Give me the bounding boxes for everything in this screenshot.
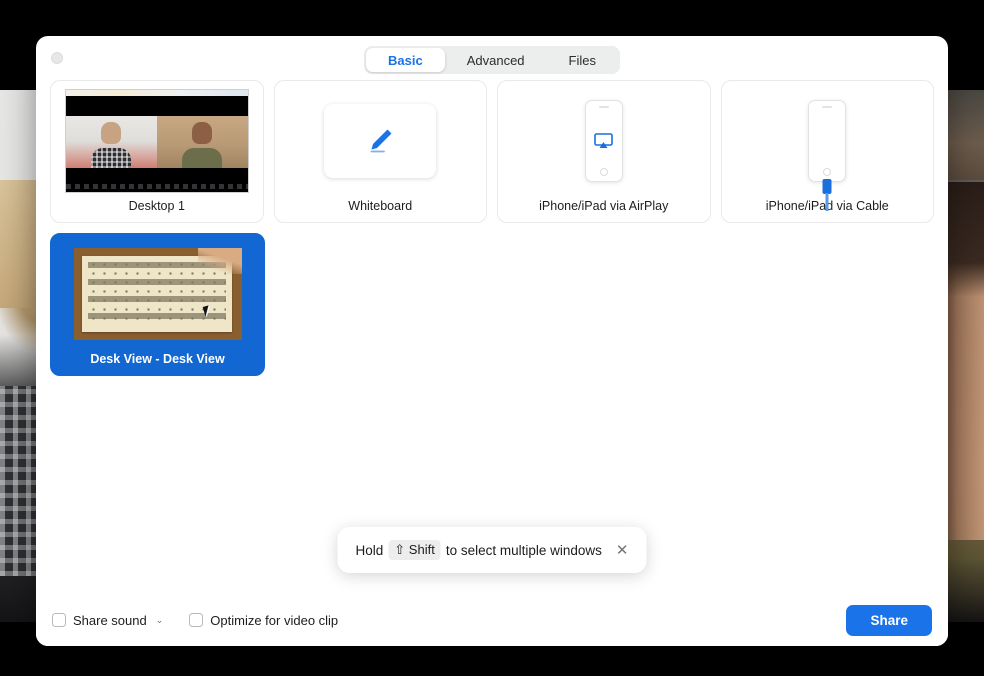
desktop-1-preview (65, 89, 249, 193)
phone-outline-icon (808, 100, 846, 182)
chevron-down-icon[interactable]: ⌄ (156, 615, 164, 626)
close-icon[interactable]: ✕ (616, 543, 629, 558)
toast-prefix: Hold (356, 543, 384, 558)
cable-wire-icon (826, 193, 829, 211)
share-option-whiteboard[interactable]: Whiteboard (274, 80, 488, 223)
share-option-label: Whiteboard (348, 199, 412, 213)
tab-bar: Basic Advanced Files (364, 46, 620, 74)
airplay-preview (512, 89, 696, 193)
thumbnail-pane-left (66, 116, 157, 168)
share-source-grid: Desktop 1 Whiteboard (36, 80, 948, 376)
tab-basic[interactable]: Basic (366, 48, 445, 72)
share-button[interactable]: Share (846, 605, 932, 636)
dialog-titlebar: Basic Advanced Files (36, 36, 948, 80)
thumbnail-person-body (91, 148, 131, 168)
tab-files[interactable]: Files (547, 48, 618, 72)
thumbnail-person-head (192, 122, 212, 144)
share-option-label: Desktop 1 (129, 199, 185, 213)
whiteboard-card (324, 104, 436, 178)
thumbnail-dock (66, 184, 248, 189)
optimize-video-checkbox-group[interactable]: Optimize for video clip (189, 613, 338, 628)
whiteboard-preview (288, 89, 472, 193)
toast-suffix: to select multiple windows (446, 543, 602, 558)
desk-view-thumbnail-image (74, 248, 242, 340)
thumbnail-video-panes (66, 116, 248, 168)
desktop-thumbnail-image (65, 89, 249, 193)
share-sound-checkbox[interactable] (52, 613, 66, 627)
thumbnail-person-body (182, 148, 222, 168)
share-option-label: iPhone/iPad via AirPlay (539, 199, 668, 213)
desk-view-hand (198, 248, 242, 274)
phone-speaker-icon (599, 106, 609, 108)
shift-key-badge: ⇧ Shift (388, 540, 441, 560)
share-option-airplay[interactable]: iPhone/iPad via AirPlay (497, 80, 711, 223)
close-window-icon[interactable] (51, 52, 63, 64)
tab-advanced-label: Advanced (467, 53, 525, 68)
tab-advanced[interactable]: Advanced (445, 48, 547, 72)
share-screen-dialog: Basic Advanced Files (36, 36, 948, 646)
phone-outline-icon (585, 100, 623, 182)
optimize-video-checkbox[interactable] (189, 613, 203, 627)
airplay-icon (594, 133, 613, 150)
cable-connector-icon (823, 179, 832, 194)
phone-speaker-icon (822, 106, 832, 108)
share-sound-checkbox-group[interactable]: Share sound ⌄ (52, 613, 163, 628)
thumbnail-menubar (66, 90, 248, 96)
share-source-row-2: Desk View - Desk View (50, 233, 934, 376)
participant-right-video (946, 90, 984, 622)
share-option-desk-view[interactable]: Desk View - Desk View (50, 233, 265, 376)
pencil-icon (360, 121, 400, 161)
share-source-row-1: Desktop 1 Whiteboard (50, 80, 934, 223)
share-option-cable[interactable]: iPhone/iPad via Cable (721, 80, 935, 223)
tab-files-label: Files (569, 53, 596, 68)
toast-message: Hold ⇧ Shift to select multiple windows (356, 540, 602, 560)
cable-preview (735, 89, 919, 193)
multi-select-hint-toast: Hold ⇧ Shift to select multiple windows … (338, 527, 647, 573)
dialog-footer: Share sound ⌄ Optimize for video clip Sh… (36, 594, 948, 646)
optimize-video-label: Optimize for video clip (210, 613, 338, 628)
thumbnail-pane-right (157, 116, 248, 168)
participant-right-hair (946, 182, 984, 297)
phone-home-button-icon (823, 168, 831, 176)
phone-home-button-icon (600, 168, 608, 176)
tab-basic-label: Basic (388, 53, 423, 68)
thumbnail-person-head (101, 122, 121, 144)
share-option-label: Desk View - Desk View (90, 352, 224, 366)
share-option-desktop-1[interactable]: Desktop 1 (50, 80, 264, 223)
share-sound-label: Share sound (73, 613, 147, 628)
desk-view-preview (66, 242, 250, 346)
